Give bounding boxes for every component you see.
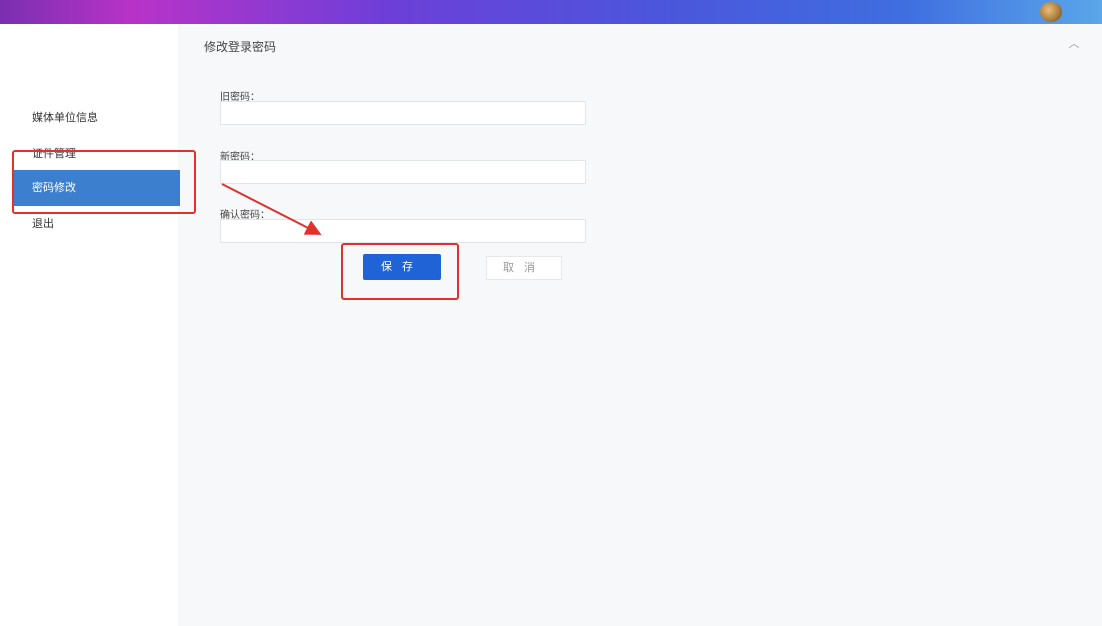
annotation-arrow <box>221 183 322 235</box>
